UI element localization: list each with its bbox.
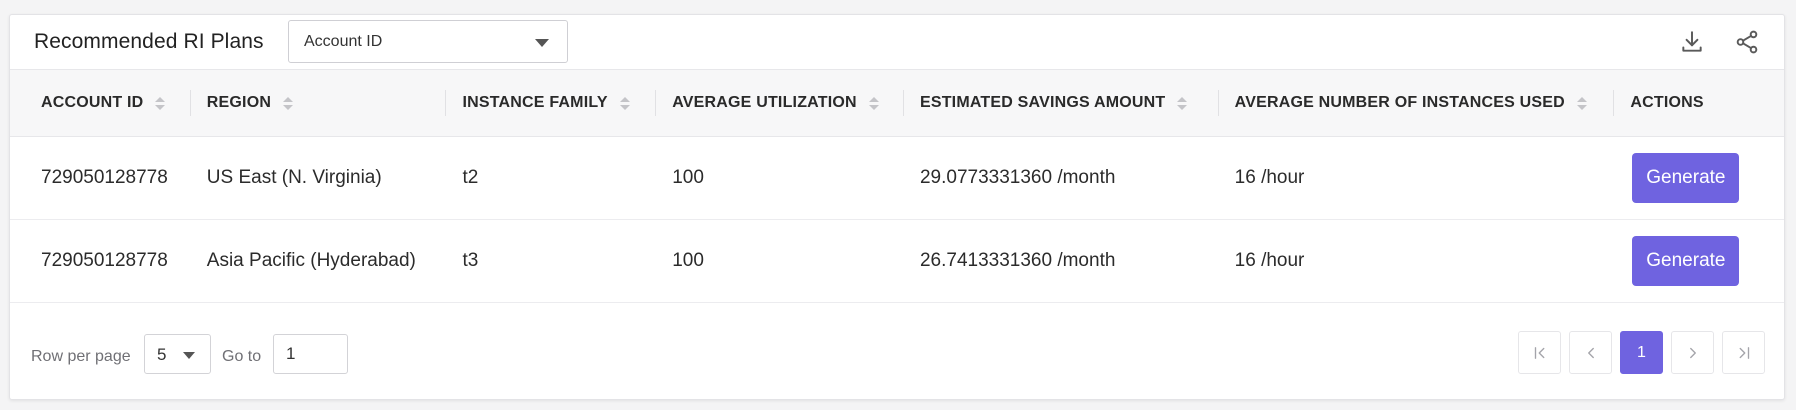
column-header-average-instances-used[interactable]: AVERAGE NUMBER OF INSTANCES USED <box>1217 70 1614 137</box>
column-label: AVERAGE UTILIZATION <box>672 94 857 111</box>
first-page-button[interactable] <box>1518 331 1561 374</box>
sort-icon[interactable] <box>868 96 879 110</box>
cell-actions: Generate <box>1613 220 1784 303</box>
cell-instance-family: t3 <box>462 250 479 271</box>
cell-region: Asia Pacific (Hyderabad) <box>206 250 416 271</box>
sort-icon[interactable] <box>155 96 166 110</box>
table-header-row: ACCOUNT ID REGION INSTANCE FAMILY AVERAG… <box>10 69 1784 137</box>
cell-estimated-savings: 29.0773331360 /month <box>919 167 1116 188</box>
column-header-instance-family[interactable]: INSTANCE FAMILY <box>445 70 655 137</box>
table-row: 729050128778 US East (N. Virginia) t2 10… <box>10 137 1784 220</box>
column-label: REGION <box>206 94 272 111</box>
column-label: INSTANCE FAMILY <box>462 94 608 111</box>
account-id-filter-select[interactable]: Account ID <box>288 20 568 63</box>
sort-icon[interactable] <box>1576 96 1587 110</box>
card-header: Recommended RI Plans Account ID <box>10 15 1784 69</box>
first-page-icon <box>1534 346 1544 359</box>
cell-instance-family: t2 <box>462 167 479 188</box>
page-button-current[interactable]: 1 <box>1620 331 1663 374</box>
table-row: 729050128778 Asia Pacific (Hyderabad) t3… <box>10 220 1784 303</box>
rows-per-page-select[interactable]: 5 <box>144 334 211 374</box>
column-label: ESTIMATED SAVINGS AMOUNT <box>919 94 1166 111</box>
sort-icon[interactable] <box>619 96 630 110</box>
cell-actions: Generate <box>1613 137 1784 220</box>
chevron-down-icon <box>183 352 195 359</box>
prev-page-button[interactable] <box>1569 331 1612 374</box>
cell-estimated-savings: 26.7413331360 /month <box>919 250 1116 271</box>
rows-per-page-value: 5 <box>157 345 167 364</box>
chevron-right-icon <box>1689 347 1696 358</box>
download-icon[interactable] <box>1677 27 1707 57</box>
sort-icon[interactable] <box>1177 96 1188 110</box>
next-page-button[interactable] <box>1671 331 1714 374</box>
sort-icon[interactable] <box>283 96 294 110</box>
column-header-account-id[interactable]: ACCOUNT ID <box>10 70 190 137</box>
ri-plans-table: ACCOUNT ID REGION INSTANCE FAMILY AVERAG… <box>10 69 1784 303</box>
last-page-button[interactable] <box>1722 331 1765 374</box>
column-header-average-utilization[interactable]: AVERAGE UTILIZATION <box>655 70 903 137</box>
cell-account-id: 729050128778 <box>41 167 168 188</box>
column-header-estimated-savings[interactable]: ESTIMATED SAVINGS AMOUNT <box>902 70 1218 137</box>
cell-instances-used: 16 /hour <box>1234 250 1305 271</box>
column-header-actions: ACTIONS <box>1613 70 1784 137</box>
recommended-ri-plans-card: Recommended RI Plans Account ID ACCOUNT … <box>9 14 1785 400</box>
card-title: Recommended RI Plans <box>34 30 264 53</box>
cell-region: US East (N. Virginia) <box>206 167 382 188</box>
filter-select-value: Account ID <box>304 33 383 50</box>
rows-per-page-label: Row per page <box>31 348 131 365</box>
goto-page-input[interactable] <box>273 334 348 374</box>
generate-button[interactable]: Generate <box>1632 236 1740 286</box>
cell-account-id: 729050128778 <box>41 250 168 271</box>
last-page-icon <box>1739 346 1749 359</box>
column-header-region[interactable]: REGION <box>189 70 446 137</box>
column-label: AVERAGE NUMBER OF INSTANCES USED <box>1234 94 1565 111</box>
chevron-down-icon <box>535 39 549 47</box>
pagination-footer: Row per page 5 Go to 1 <box>10 316 1784 400</box>
cell-average-utilization: 100 <box>672 250 704 271</box>
chevron-left-icon <box>1587 347 1594 358</box>
cell-average-utilization: 100 <box>672 167 704 188</box>
share-icon[interactable] <box>1732 27 1762 57</box>
column-label: ACCOUNT ID <box>41 94 144 111</box>
column-label: ACTIONS <box>1630 94 1704 111</box>
goto-label: Go to <box>222 348 262 365</box>
cell-instances-used: 16 /hour <box>1234 167 1305 188</box>
generate-button[interactable]: Generate <box>1632 153 1740 203</box>
